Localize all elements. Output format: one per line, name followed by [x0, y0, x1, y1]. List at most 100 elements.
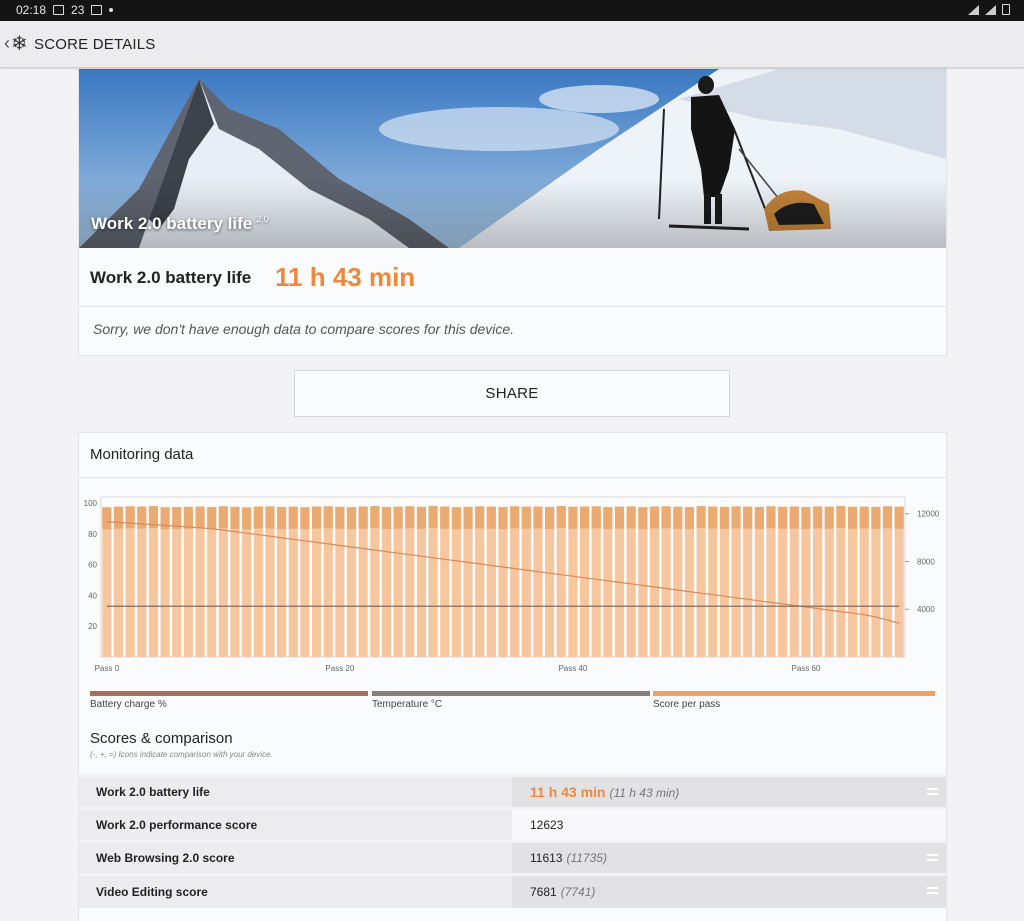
row-name: Work 2.0 battery life — [79, 774, 512, 809]
score-bar — [288, 506, 298, 657]
score-bar-cap — [335, 506, 345, 529]
legend-temperature[interactable]: Temperature °C — [372, 691, 650, 710]
score-bar-cap — [603, 507, 613, 530]
score-bar-cap — [370, 506, 380, 529]
row-value-cell: 12623 — [512, 807, 946, 842]
score-bar — [661, 506, 671, 657]
legend-score[interactable]: Score per pass — [653, 691, 935, 710]
score-bar — [416, 506, 426, 657]
benchmark-result-card: Work 2.0 battery life 2.0 Work 2.0 batter… — [78, 68, 947, 356]
score-bar-cap — [614, 506, 625, 529]
score-bar-cap — [137, 506, 147, 529]
scores-note: (-, +, =) Icons indicate comparison with… — [90, 750, 273, 759]
score-bar — [358, 506, 368, 657]
battery-icon — [1002, 4, 1010, 15]
score-bar — [323, 506, 333, 657]
legend-temperature-label: Temperature °C — [372, 699, 443, 710]
score-bar — [510, 506, 520, 657]
score-bar — [824, 506, 834, 657]
back-arrow-icon[interactable]: ‹ — [4, 33, 10, 54]
monitoring-title: Monitoring data — [90, 446, 194, 463]
legend-battery[interactable]: Battery charge % — [90, 691, 368, 710]
score-bar-cap — [673, 506, 683, 529]
app-logo-icon[interactable]: ❄ — [11, 31, 28, 56]
equal-icon — [927, 887, 938, 894]
y-tick-label: 20 — [88, 622, 97, 631]
score-bar-cap — [463, 506, 473, 529]
table-row[interactable]: Web Browsing 2.0 score 11613 (11735) — [79, 840, 946, 875]
image-icon — [91, 5, 103, 15]
score-bar — [591, 506, 601, 657]
score-bar — [498, 507, 508, 657]
score-bar — [684, 507, 694, 657]
row-ref: (7741) — [560, 884, 596, 899]
scores-title: Scores & comparison — [90, 730, 233, 747]
table-row[interactable]: Work 2.0 performance score 12623 — [79, 807, 946, 842]
y-tick-label: 60 — [88, 561, 97, 570]
x-tick-label: Pass 40 — [558, 664, 587, 673]
score-bar-cap — [882, 506, 893, 529]
score-bar — [230, 506, 240, 657]
score-bar-cap — [451, 507, 461, 530]
score-bar — [393, 506, 403, 657]
share-button[interactable]: SHARE — [294, 370, 730, 417]
score-bar — [638, 507, 648, 657]
score-bar-cap — [440, 506, 450, 529]
score-bar-cap — [859, 506, 869, 529]
row-value: 11613 — [530, 851, 563, 865]
score-bar-cap — [696, 506, 706, 529]
score-bar-cap — [848, 506, 858, 529]
row-value: 7681 — [530, 884, 557, 899]
score-bar-cap — [521, 506, 531, 529]
score-bar-cap — [393, 506, 403, 529]
score-bar — [568, 506, 578, 657]
score-bar-cap — [626, 506, 636, 529]
hero-caption-text: Work 2.0 battery life — [91, 214, 253, 233]
score-bar-cap — [428, 505, 438, 528]
score-bar-cap — [265, 506, 275, 529]
table-row[interactable]: Video Editing score 7681 (7741) — [79, 873, 946, 908]
score-bar-cap — [533, 506, 543, 529]
hero-caption-version: 2.0 — [256, 214, 269, 225]
page-title: SCORE DETAILS — [34, 36, 156, 53]
score-bar-cap — [661, 506, 671, 529]
legend-temperature-swatch — [372, 691, 650, 696]
score-bar-cap — [312, 506, 322, 529]
score-bar-cap — [195, 506, 205, 529]
score-bar-cap — [207, 507, 217, 530]
score-bar-cap — [719, 506, 729, 529]
score-value: 11 h 43 min — [275, 262, 416, 292]
row-value: 12623 — [530, 818, 564, 832]
score-bar — [486, 506, 496, 657]
score-bar — [125, 506, 135, 657]
score-bar — [731, 506, 741, 657]
score-bar-cap — [708, 506, 718, 529]
score-bar — [894, 506, 904, 657]
score-bar-cap — [731, 506, 741, 529]
score-bar-cap — [405, 506, 415, 529]
score-bar-cap — [556, 506, 566, 529]
score-bar — [405, 506, 415, 657]
score-bar-cap — [568, 506, 578, 529]
score-bar — [253, 506, 263, 657]
score-bar — [218, 506, 228, 657]
equal-icon — [927, 854, 938, 861]
score-bar — [649, 506, 660, 657]
score-bar — [148, 506, 158, 657]
row-ref: (11735) — [566, 851, 607, 865]
score-bar-cap — [510, 506, 520, 529]
score-bar — [743, 506, 753, 657]
score-bar-cap — [486, 506, 496, 529]
app-bar: ‹ ❄ SCORE DETAILS — [0, 21, 1024, 68]
score-bar — [813, 506, 823, 657]
score-bar-cap — [102, 507, 112, 530]
score-bar — [626, 506, 636, 657]
score-bar-cap — [545, 507, 555, 530]
table-row[interactable]: Work 2.0 battery life 11 h 43 min (11 h 4… — [79, 774, 946, 809]
score-bar — [778, 506, 788, 657]
score-bar — [428, 505, 438, 657]
score-bar — [545, 507, 555, 657]
score-bar — [848, 506, 858, 657]
score-bar — [766, 506, 776, 657]
more-notifications-icon — [109, 8, 114, 12]
